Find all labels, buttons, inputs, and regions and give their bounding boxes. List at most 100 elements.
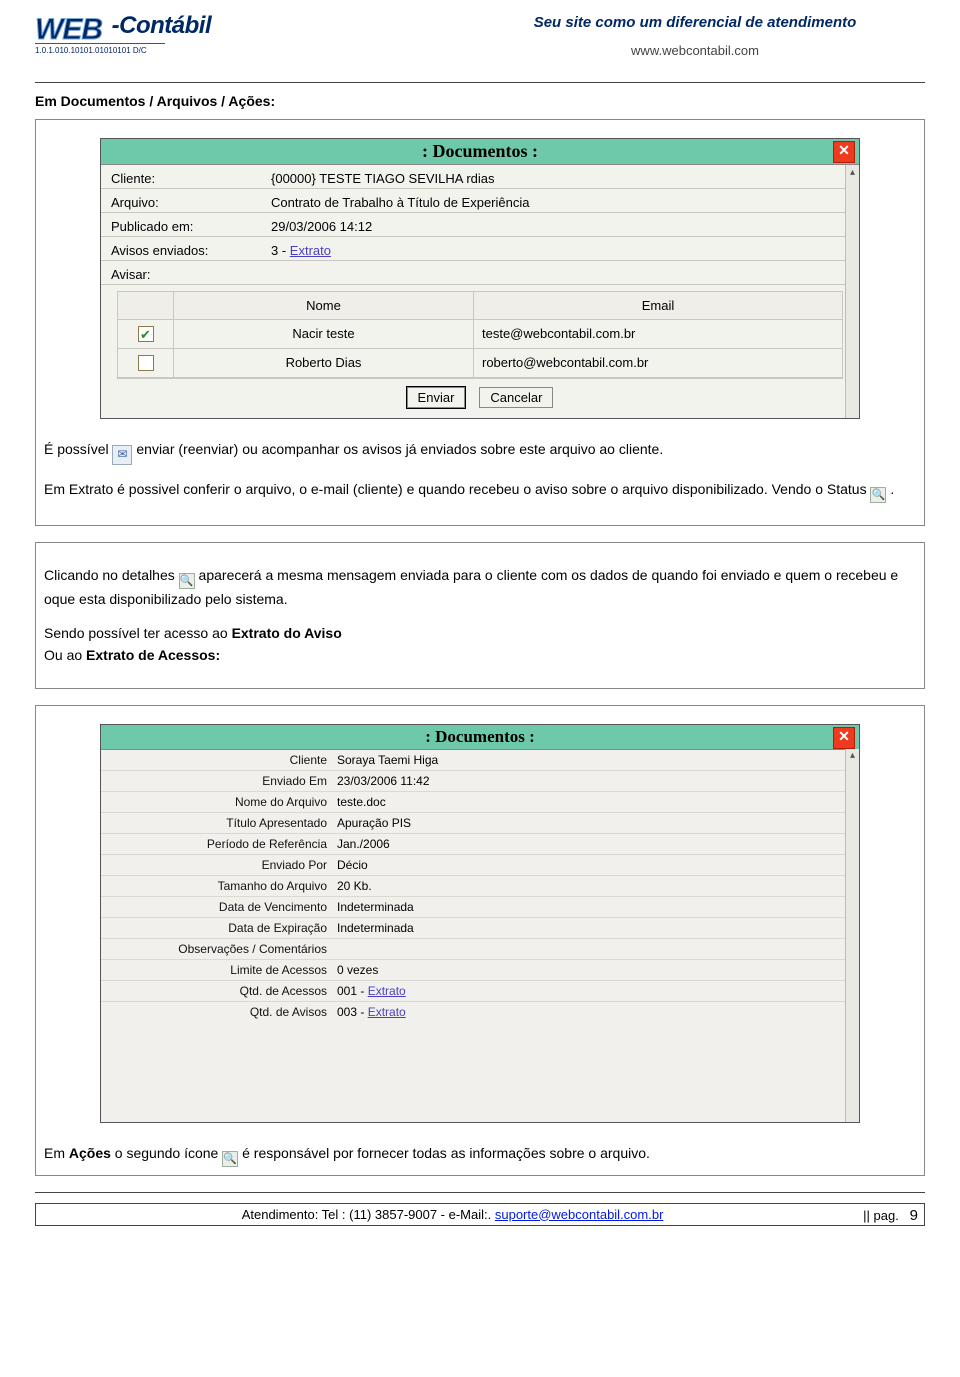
value-publicado: 29/03/2006 14:12 bbox=[271, 219, 841, 234]
detail-row: Qtd. de Acessos001 - Extrato bbox=[101, 981, 859, 1002]
detail-label: Observações / Comentários bbox=[107, 942, 337, 956]
enviar-button[interactable]: Enviar bbox=[407, 387, 466, 408]
text-bold: Extrato de Acessos: bbox=[86, 647, 220, 663]
detail-value: Jan./2006 bbox=[337, 837, 843, 851]
table-row: ✔ Nacir teste teste@webcontabil.com.br bbox=[118, 320, 842, 349]
cell-email: roberto@webcontabil.com.br bbox=[474, 349, 842, 378]
detail-label: Qtd. de Avisos bbox=[107, 1005, 337, 1019]
text: Sendo possível ter acesso ao bbox=[44, 625, 232, 641]
paragraph-1: É possível ✉ enviar (reenviar) ou acompa… bbox=[44, 439, 916, 503]
detail-value bbox=[337, 942, 843, 956]
label-arquivo: Arquivo: bbox=[111, 195, 271, 210]
detail-value: Soraya Taemi Higa bbox=[337, 753, 843, 767]
content-box-3: : Documentos : ✕ ▴ ClienteSoraya Taemi H… bbox=[35, 705, 925, 1176]
close-icon[interactable]: ✕ bbox=[833, 141, 855, 163]
value-avisos: 3 - Extrato bbox=[271, 243, 841, 258]
cell-email: teste@webcontabil.com.br bbox=[474, 320, 842, 349]
recipients-table: Nome Email ✔ Nacir teste teste@webcontab… bbox=[117, 291, 843, 379]
detail-value: Indeterminada bbox=[337, 921, 843, 935]
extrato-link[interactable]: Extrato bbox=[368, 984, 406, 998]
detail-value: Décio bbox=[337, 858, 843, 872]
text: Em bbox=[44, 1145, 69, 1161]
scrollbar[interactable]: ▴ bbox=[845, 749, 859, 1122]
detail-value: 20 Kb. bbox=[337, 879, 843, 893]
detail-row: Enviado PorDécio bbox=[101, 855, 859, 876]
detail-label: Enviado Por bbox=[107, 858, 337, 872]
label-publicado: Publicado em: bbox=[111, 219, 271, 234]
detail-label: Título Apresentado bbox=[107, 816, 337, 830]
checkbox[interactable] bbox=[138, 355, 154, 371]
detail-value: 23/03/2006 11:42 bbox=[337, 774, 843, 788]
documentos-dialog-1: : Documentos : ✕ ▴ Cliente: {00000} TEST… bbox=[100, 138, 860, 419]
logo: WEB -Contábil 1.0.1.010.10101.01010101 D… bbox=[35, 12, 211, 55]
content-box-1: : Documentos : ✕ ▴ Cliente: {00000} TEST… bbox=[35, 119, 925, 526]
detail-row: Data de VencimentoIndeterminada bbox=[101, 897, 859, 918]
detail-row: Enviado Em23/03/2006 11:42 bbox=[101, 771, 859, 792]
detail-label: Limite de Acessos bbox=[107, 963, 337, 977]
footer-pag-label: || pag. bbox=[863, 1208, 899, 1223]
detail-label: Enviado Em bbox=[107, 774, 337, 788]
detail-row: Data de ExpiraçãoIndeterminada bbox=[101, 918, 859, 939]
text: Clicando no detalhes bbox=[44, 567, 179, 583]
dialog-title: : Documentos : ✕ bbox=[101, 725, 859, 750]
site-url: www.webcontabil.com bbox=[465, 43, 925, 58]
detail-label: Qtd. de Acessos bbox=[107, 984, 337, 998]
cancelar-button[interactable]: Cancelar bbox=[479, 387, 553, 408]
detail-value: Indeterminada bbox=[337, 900, 843, 914]
extrato-link[interactable]: Extrato bbox=[368, 1005, 406, 1019]
cell-nome: Nacir teste bbox=[174, 320, 474, 349]
section-title: Em Documentos / Arquivos / Ações: bbox=[35, 93, 925, 109]
col-nome: Nome bbox=[174, 292, 474, 320]
detail-row: Limite de Acessos0 vezes bbox=[101, 960, 859, 981]
detail-value: teste.doc bbox=[337, 795, 843, 809]
mail-resend-icon: ✉ bbox=[112, 445, 132, 465]
detail-label: Data de Expiração bbox=[107, 921, 337, 935]
detail-label: Nome do Arquivo bbox=[107, 795, 337, 809]
detail-value: 003 - Extrato bbox=[337, 1005, 843, 1019]
detail-row: Período de ReferênciaJan./2006 bbox=[101, 834, 859, 855]
dialog-title: : Documentos : ✕ bbox=[101, 139, 859, 165]
detail-label: Data de Vencimento bbox=[107, 900, 337, 914]
detail-value: 001 - Extrato bbox=[337, 984, 843, 998]
text: Em Extrato é possivel conferir o arquivo… bbox=[44, 481, 870, 497]
text: É possível bbox=[44, 441, 112, 457]
close-icon[interactable]: ✕ bbox=[833, 727, 855, 749]
info-icon: 🔍 bbox=[222, 1151, 238, 1167]
value-arquivo: Contrato de Trabalho à Título de Experiê… bbox=[271, 195, 841, 210]
detail-row: Título ApresentadoApuração PIS bbox=[101, 813, 859, 834]
dialog-title-text: : Documentos : bbox=[422, 141, 538, 161]
text-bold: Extrato do Aviso bbox=[232, 625, 342, 641]
text-bold: Ações bbox=[69, 1145, 111, 1161]
dialog-title-text: : Documentos : bbox=[425, 727, 535, 746]
detail-row: Tamanho do Arquivo20 Kb. bbox=[101, 876, 859, 897]
status-icon: 🔍 bbox=[870, 487, 886, 503]
detail-row: Observações / Comentários bbox=[101, 939, 859, 960]
extrato-link[interactable]: Extrato bbox=[290, 243, 331, 258]
label-cliente: Cliente: bbox=[111, 171, 271, 186]
content-box-2: Clicando no detalhes 🔍 aparecerá a mesma… bbox=[35, 542, 925, 689]
documentos-dialog-2: : Documentos : ✕ ▴ ClienteSoraya Taemi H… bbox=[100, 724, 860, 1123]
text: o segundo ícone bbox=[111, 1145, 222, 1161]
detail-value: 0 vezes bbox=[337, 963, 843, 977]
detail-label: Cliente bbox=[107, 753, 337, 767]
support-mail-link[interactable]: suporte@webcontabil.com.br bbox=[495, 1207, 664, 1222]
text: Ou ao bbox=[44, 647, 86, 663]
value-cliente: {00000} TESTE TIAGO SEVILHA rdias bbox=[271, 171, 841, 186]
footer: Atendimento: Tel : (11) 3857-9007 - e-Ma… bbox=[35, 1203, 925, 1226]
detail-label: Período de Referência bbox=[107, 837, 337, 851]
page-header: WEB -Contábil 1.0.1.010.10101.01010101 D… bbox=[35, 12, 925, 80]
details-icon: 🔍 bbox=[179, 573, 195, 589]
avisos-prefix: 3 - bbox=[271, 243, 290, 258]
detail-value: Apuração PIS bbox=[337, 816, 843, 830]
text: é responsável por fornecer todas as info… bbox=[242, 1145, 650, 1161]
scrollbar[interactable]: ▴ bbox=[845, 165, 859, 418]
text: . bbox=[890, 481, 894, 497]
tagline: Seu site como um diferencial de atendime… bbox=[465, 14, 925, 31]
table-row: Roberto Dias roberto@webcontabil.com.br bbox=[118, 349, 842, 378]
footer-text: Atendimento: Tel : (11) 3857-9007 - e-Ma… bbox=[242, 1207, 495, 1222]
detail-label: Tamanho do Arquivo bbox=[107, 879, 337, 893]
text: enviar (reenviar) ou acompanhar os aviso… bbox=[136, 441, 663, 457]
detail-row: ClienteSoraya Taemi Higa bbox=[101, 750, 859, 771]
checkbox[interactable]: ✔ bbox=[138, 326, 154, 342]
cell-nome: Roberto Dias bbox=[174, 349, 474, 378]
